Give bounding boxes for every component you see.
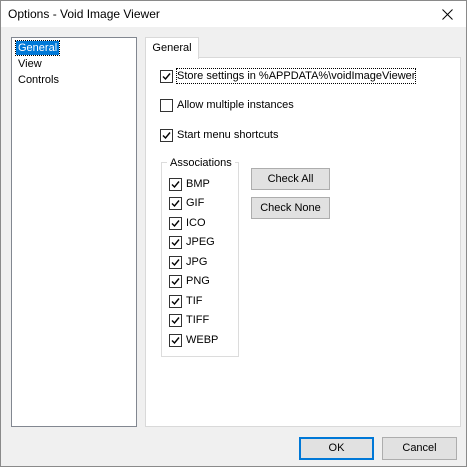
tab-general[interactable]: General xyxy=(145,37,199,59)
allow-multiple-label: Allow multiple instances xyxy=(177,99,294,111)
assoc-gif-checkbox[interactable] xyxy=(169,196,182,210)
assoc-gif-label: GIF xyxy=(186,197,205,209)
assoc-tiff-checkbox[interactable] xyxy=(169,313,182,327)
assoc-bmp-option[interactable]: BMP xyxy=(169,177,210,191)
assoc-bmp-label: BMP xyxy=(186,178,210,190)
check-none-button[interactable]: Check None xyxy=(251,197,330,219)
window-title: Options - Void Image Viewer xyxy=(8,7,160,21)
assoc-gif-option[interactable]: GIF xyxy=(169,196,204,210)
nav-item-general[interactable]: General xyxy=(14,40,61,56)
checkmark-icon xyxy=(162,131,171,139)
assoc-jpeg-label: JPEG xyxy=(186,236,215,248)
store-settings-option[interactable]: Store settings in %APPDATA%\voidImageVie… xyxy=(160,68,417,84)
assoc-tiff-option[interactable]: TIFF xyxy=(169,313,209,327)
assoc-webp-label: WEBP xyxy=(186,334,219,346)
close-icon xyxy=(441,8,453,20)
allow-multiple-checkbox[interactable] xyxy=(160,98,173,112)
assoc-jpeg-checkbox[interactable] xyxy=(169,235,182,249)
ok-button[interactable]: OK xyxy=(299,437,374,460)
nav-item-view[interactable]: View xyxy=(16,57,44,71)
checkmark-icon xyxy=(171,199,180,207)
associations-legend: Associations xyxy=(167,156,235,170)
close-button[interactable] xyxy=(430,1,464,27)
assoc-jpg-checkbox[interactable] xyxy=(169,255,182,269)
checkmark-icon xyxy=(171,336,180,344)
check-all-button[interactable]: Check All xyxy=(251,168,330,190)
allow-multiple-option[interactable]: Allow multiple instances xyxy=(160,98,294,112)
title-bar[interactable]: Options - Void Image Viewer xyxy=(1,1,466,27)
options-nav-list[interactable]: General View Controls xyxy=(11,37,137,427)
checkmark-icon xyxy=(171,297,180,305)
start-menu-option[interactable]: Start menu shortcuts xyxy=(160,128,279,142)
start-menu-checkbox[interactable] xyxy=(160,128,173,142)
assoc-tif-option[interactable]: TIF xyxy=(169,294,203,308)
start-menu-label: Start menu shortcuts xyxy=(177,129,279,141)
checkmark-icon xyxy=(162,72,171,80)
assoc-ico-label: ICO xyxy=(186,217,206,229)
assoc-tif-label: TIF xyxy=(186,295,203,307)
assoc-webp-option[interactable]: WEBP xyxy=(169,333,218,347)
store-settings-label: Store settings in %APPDATA%\voidImageVie… xyxy=(175,68,417,84)
nav-item-controls[interactable]: Controls xyxy=(16,73,61,87)
assoc-png-checkbox[interactable] xyxy=(169,274,182,288)
assoc-ico-option[interactable]: ICO xyxy=(169,216,206,230)
cancel-button[interactable]: Cancel xyxy=(382,437,457,460)
assoc-ico-checkbox[interactable] xyxy=(169,216,182,230)
assoc-jpg-label: JPG xyxy=(186,256,208,268)
assoc-png-label: PNG xyxy=(186,275,210,287)
store-settings-checkbox[interactable] xyxy=(160,69,173,83)
checkmark-icon xyxy=(171,219,180,227)
assoc-tiff-label: TIFF xyxy=(186,314,210,326)
assoc-png-option[interactable]: PNG xyxy=(169,274,210,288)
checkmark-icon xyxy=(171,316,180,324)
assoc-webp-checkbox[interactable] xyxy=(169,333,182,347)
checkmark-icon xyxy=(171,238,180,246)
assoc-jpeg-option[interactable]: JPEG xyxy=(169,235,215,249)
checkmark-icon xyxy=(171,180,180,188)
assoc-bmp-checkbox[interactable] xyxy=(169,177,182,191)
assoc-jpg-option[interactable]: JPG xyxy=(169,255,207,269)
checkmark-icon xyxy=(171,277,180,285)
assoc-tif-checkbox[interactable] xyxy=(169,294,182,308)
options-window: Options - Void Image Viewer General View… xyxy=(0,0,467,467)
checkmark-icon xyxy=(171,258,180,266)
